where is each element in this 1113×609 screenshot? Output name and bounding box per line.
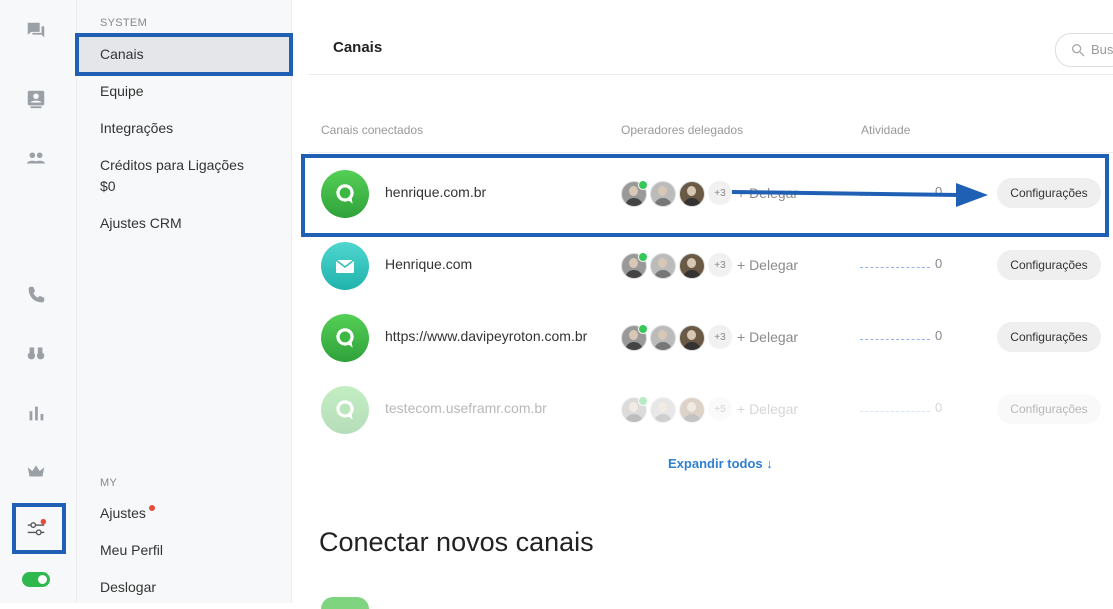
delegate-link[interactable]: + Delegar (737, 329, 798, 345)
mail-icon (321, 242, 369, 290)
activity-count: 0 (935, 256, 943, 271)
column-header-atividade: Atividade (861, 123, 911, 137)
channel-name[interactable]: testecom.useframr.com.br (385, 400, 547, 416)
phone-icon[interactable] (25, 284, 47, 306)
configuracoes-button[interactable]: Configurações (997, 322, 1101, 352)
avatar (679, 325, 705, 351)
annotation-arrow-icon (731, 183, 988, 207)
search-input[interactable]: Bus (1055, 33, 1113, 67)
table-header-divider (308, 152, 1113, 153)
crown-icon[interactable] (25, 460, 47, 482)
online-indicator (638, 396, 648, 406)
chat-bubble-icon (321, 314, 369, 362)
column-header-operadores: Operadores delegados (621, 123, 744, 137)
table-row[interactable]: https://www.davipeyroton.com.br +3 + Del… (292, 302, 1113, 374)
toggle-icon[interactable] (22, 572, 50, 587)
activity-count: 0 (935, 400, 943, 415)
online-indicator (638, 252, 648, 262)
header-divider (308, 74, 1113, 75)
avatar (650, 253, 676, 279)
page-title: Canais (333, 39, 383, 56)
section-label-system: SYSTEM (100, 17, 148, 29)
highlight-box-canais (75, 33, 293, 76)
settings-sidebar: SYSTEM Canais Equipe Integrações Crédito… (77, 0, 292, 603)
connect-new-channels-heading: Conectar novos canais (319, 527, 594, 557)
configuracoes-button[interactable]: Configurações (997, 394, 1101, 424)
main-content: Canais Bus Canais conectados Operadores … (292, 0, 1113, 609)
more-operators-badge[interactable]: +3 (708, 253, 732, 277)
channel-icon-partial (321, 597, 369, 609)
configuracoes-button[interactable]: Configurações (997, 250, 1101, 280)
credits-value: $0 (100, 178, 116, 194)
avatar (679, 397, 705, 423)
team-icon[interactable] (25, 147, 47, 169)
more-operators-badge[interactable]: +5 (708, 397, 732, 421)
table-row[interactable]: Henrique.com +3 + Delegar 0 Configuraçõe… (292, 230, 1113, 302)
activity-sparkline (860, 411, 930, 413)
activity-count: 0 (935, 328, 943, 343)
sidebar-item-ajustes-crm[interactable]: Ajustes CRM (100, 213, 182, 234)
section-label-my: MY (100, 477, 118, 489)
column-header-canais: Canais conectados (321, 123, 424, 137)
channel-name[interactable]: https://www.davipeyroton.com.br (385, 328, 587, 344)
search-placeholder: Bus (1091, 42, 1113, 57)
sidebar-item-meu-perfil[interactable]: Meu Perfil (100, 540, 163, 561)
avatar (650, 325, 676, 351)
contacts-icon[interactable] (25, 88, 47, 110)
sidebar-item-ajustes[interactable]: Ajustes (100, 503, 146, 524)
activity-sparkline (860, 339, 930, 341)
highlight-box-settings (12, 503, 66, 554)
chat-icon[interactable] (25, 20, 47, 42)
search-icon (1072, 44, 1085, 57)
online-indicator (638, 324, 648, 334)
expand-all-link[interactable]: Expandir todos ↓ (668, 456, 773, 471)
sidebar-item-creditos[interactable]: Créditos para Ligações (100, 155, 244, 176)
sidebar-item-integracoes[interactable]: Integrações (100, 118, 173, 139)
delegate-link[interactable]: + Delegar (737, 257, 798, 273)
channel-name[interactable]: Henrique.com (385, 256, 472, 272)
binoculars-icon[interactable] (25, 342, 47, 364)
sidebar-item-deslogar[interactable]: Deslogar (100, 577, 156, 598)
notification-dot (149, 505, 155, 511)
avatar (679, 253, 705, 279)
table-row[interactable]: testecom.useframr.com.br +5 + Delegar 0 … (292, 374, 1113, 446)
more-operators-badge[interactable]: +3 (708, 325, 732, 349)
activity-sparkline (860, 267, 930, 269)
sidebar-item-equipe[interactable]: Equipe (100, 81, 144, 102)
delegate-link[interactable]: + Delegar (737, 401, 798, 417)
chat-bubble-icon (321, 386, 369, 434)
avatar (650, 397, 676, 423)
bar-chart-icon[interactable] (25, 402, 47, 424)
